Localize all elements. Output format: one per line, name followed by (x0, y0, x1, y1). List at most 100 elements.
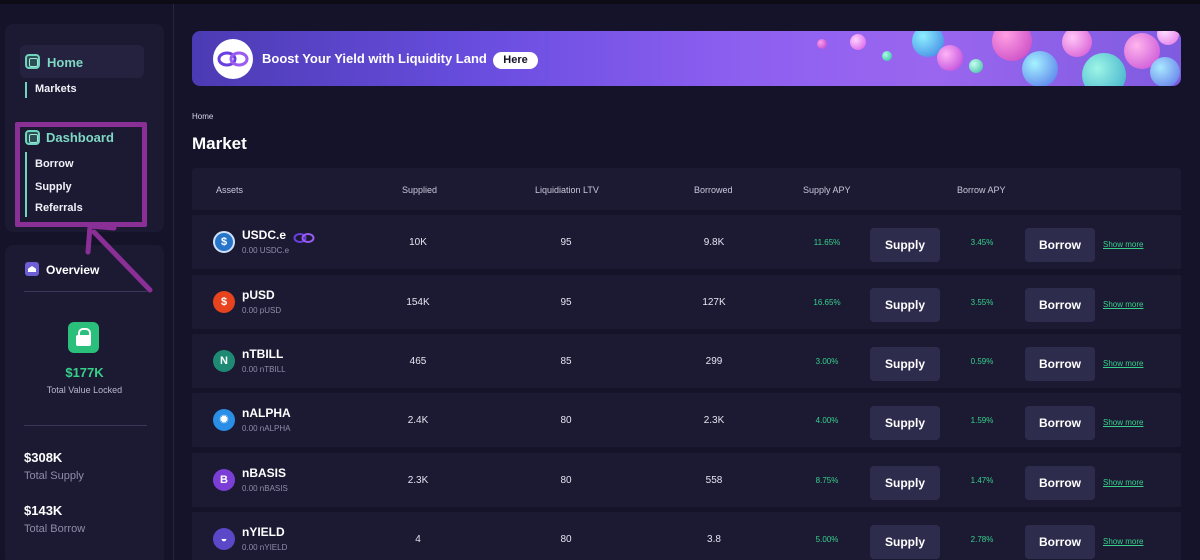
ltv-value: 80 (560, 415, 572, 426)
borrowed-value: 127K (702, 297, 726, 308)
supply-button[interactable]: Supply (870, 288, 940, 322)
ltv-value: 80 (560, 534, 572, 545)
ltv-value: 80 (560, 475, 572, 486)
supplied-value: 465 (409, 356, 427, 367)
borrowed-value: 9.8K (703, 237, 725, 248)
tvl-label: Total Value Locked (46, 385, 123, 395)
usdc-icon: $ (213, 231, 235, 253)
borrowed-value: 558 (705, 475, 723, 486)
borrow-button[interactable]: Borrow (1025, 228, 1095, 262)
show-more-link[interactable]: Show more (1103, 537, 1143, 546)
show-more-link[interactable]: Show more (1103, 240, 1143, 249)
borrow-apy-value: 1.47% (970, 476, 994, 485)
total-borrow-label: Total Borrow (24, 523, 86, 535)
ltv-value: 85 (560, 356, 572, 367)
supplied-value: 2.3K (407, 475, 429, 486)
table-row: N nTBILL 0.00 nTBILL 465 85 299 3.00% Su… (192, 334, 1181, 388)
asset-name: nYIELD (242, 525, 285, 539)
asset-balance: 0.00 nALPHA (242, 424, 291, 433)
supply-apy-value: 4.00% (815, 416, 839, 425)
asset-balance: 0.00 pUSD (242, 306, 282, 315)
borrowed-value: 2.3K (703, 415, 725, 426)
sidebar-divider (173, 4, 174, 560)
page-title: Market (192, 134, 247, 153)
supplied-value: 10K (409, 237, 427, 248)
col-header-ltv: Liquidiation LTV (535, 185, 599, 195)
borrowed-value: 3.8 (707, 534, 721, 545)
banner-text: Boost Your Yield with Liquidity Land (262, 51, 487, 66)
supply-apy-value: 3.00% (815, 357, 839, 366)
asset-name: nBASIS (242, 466, 287, 480)
promo-banner[interactable]: Boost Your Yield with Liquidity Land Her… (192, 31, 1181, 86)
show-more-link[interactable]: Show more (1103, 300, 1143, 309)
table-row: ◒ nYIELD 0.00 nYIELD 4 80 3.8 5.00% Supp… (192, 512, 1181, 560)
borrow-apy-value: 2.78% (970, 535, 994, 544)
supply-button[interactable]: Supply (870, 525, 940, 559)
supply-apy-value: 8.75% (815, 476, 839, 485)
sidebar-item-markets[interactable]: Markets (27, 83, 77, 95)
supply-button[interactable]: Supply (870, 347, 940, 381)
show-more-link[interactable]: Show more (1103, 418, 1143, 427)
borrow-apy-value: 3.55% (970, 298, 994, 307)
asset-balance: 0.00 nBASIS (242, 484, 288, 493)
borrow-apy-value: 1.59% (970, 416, 994, 425)
borrow-button[interactable]: Borrow (1025, 466, 1095, 500)
table-row: $ USDC.e 0.00 USDC.e 10K 95 9.8K 11.65% … (192, 215, 1181, 269)
table-row: $ pUSD 0.00 pUSD 154K 95 127K 16.65% Sup… (192, 275, 1181, 329)
house-icon (25, 262, 39, 276)
total-supply-value: $308K (24, 450, 63, 465)
borrow-apy-value: 3.45% (970, 238, 994, 247)
total-supply-label: Total Supply (24, 470, 84, 482)
home-icon (25, 54, 40, 69)
nest-icon: N (213, 350, 235, 372)
liquidity-land-logo-icon (213, 39, 253, 79)
show-more-link[interactable]: Show more (1103, 359, 1143, 368)
sun-icon: ✹ (213, 409, 235, 431)
col-header-borrowed: Borrowed (694, 185, 733, 195)
supplied-value: 2.4K (407, 415, 429, 426)
supplied-value: 154K (406, 297, 430, 308)
asset-name: USDC.e (242, 228, 287, 242)
borrow-button[interactable]: Borrow (1025, 347, 1095, 381)
liquidity-land-badge-icon (293, 233, 315, 243)
table-row: B nBASIS 0.00 nBASIS 2.3K 80 558 8.75% S… (192, 453, 1181, 507)
borrow-button[interactable]: Borrow (1025, 406, 1095, 440)
drop-icon: ◒ (213, 528, 235, 550)
supply-apy-value: 16.65% (813, 298, 841, 307)
supply-button[interactable]: Supply (870, 466, 940, 500)
banner-here-button[interactable]: Here (493, 52, 538, 69)
market-table-header: Assets Supplied Liquidiation LTV Borrowe… (192, 168, 1181, 210)
show-more-link[interactable]: Show more (1103, 478, 1143, 487)
sidebar-item-home[interactable]: Home (20, 45, 144, 78)
col-header-borrow-apy: Borrow APY (957, 185, 1006, 195)
dollar-icon: $ (213, 291, 235, 313)
col-header-supply-apy: Supply APY (803, 185, 851, 195)
sidebar-item-home-label: Home (47, 55, 84, 70)
overview-separator (24, 425, 147, 426)
supplied-value: 4 (415, 534, 421, 545)
borrow-button[interactable]: Borrow (1025, 288, 1095, 322)
borrow-button[interactable]: Borrow (1025, 525, 1095, 559)
tvl-value: $177K (65, 365, 104, 380)
asset-name: nTBILL (242, 347, 284, 361)
col-header-assets: Assets (216, 185, 244, 195)
supply-apy-value: 5.00% (815, 535, 839, 544)
asset-balance: 0.00 USDC.e (242, 246, 290, 255)
breadcrumb[interactable]: Home (192, 112, 213, 121)
ltv-value: 95 (560, 297, 572, 308)
top-edge (0, 0, 1200, 4)
asset-name: pUSD (242, 288, 275, 302)
lock-icon (68, 322, 99, 353)
supply-button[interactable]: Supply (870, 228, 940, 262)
supply-apy-value: 11.65% (813, 238, 841, 247)
asset-balance: 0.00 nTBILL (242, 365, 286, 374)
table-row: ✹ nALPHA 0.00 nALPHA 2.4K 80 2.3K 4.00% … (192, 393, 1181, 447)
ltv-value: 95 (560, 237, 572, 248)
borrowed-value: 299 (705, 356, 723, 367)
annotation-arrow-icon (85, 223, 153, 293)
annotation-highlight-box (15, 122, 147, 227)
total-borrow-value: $143K (24, 503, 63, 518)
asset-name: nALPHA (242, 406, 291, 420)
supply-button[interactable]: Supply (870, 406, 940, 440)
b-icon: B (213, 469, 235, 491)
